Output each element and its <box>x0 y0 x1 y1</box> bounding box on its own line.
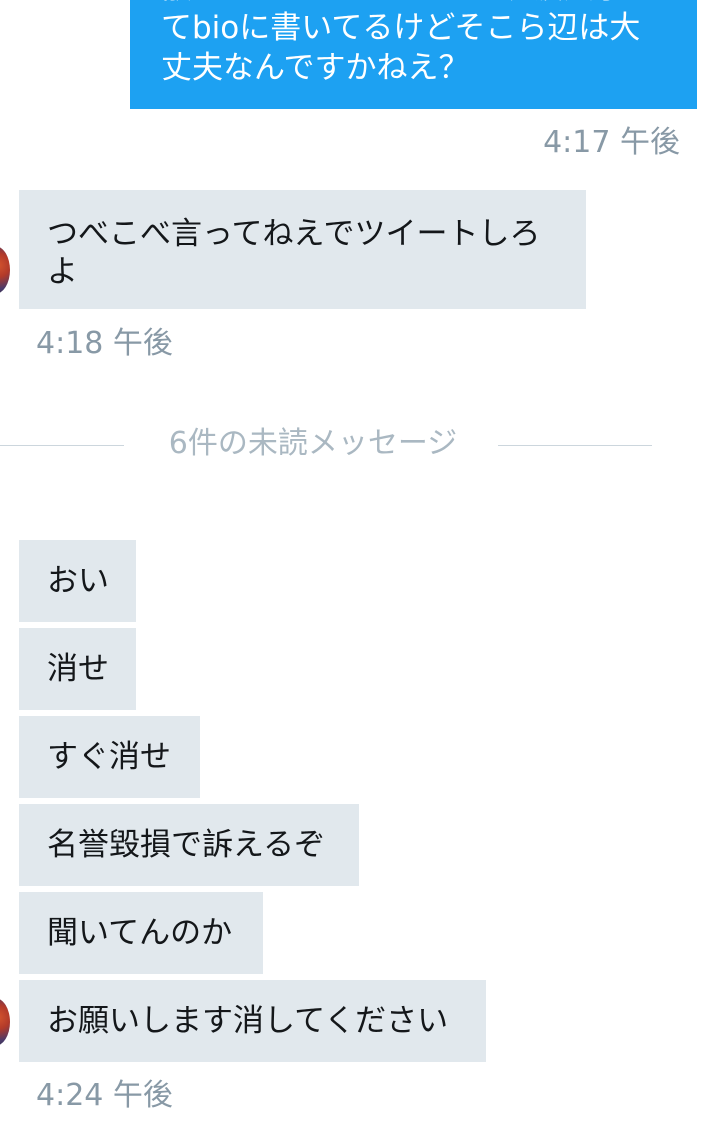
incoming-message-bubble[interactable]: 聞いてんのか <box>19 892 263 974</box>
message-timestamp: 4:18 午後 <box>36 326 173 361</box>
message-text: おい <box>47 563 109 599</box>
incoming-message-bubble[interactable]: つべこべ言ってねえでツイートしろ よ <box>19 190 586 309</box>
dm-conversation: 散々ツイートしてるし、筑波大学って てbioに書いてるけどそこら辺は大 丈夫なん… <box>0 0 720 1146</box>
message-text-line: つべこべ言ってねえでツイートしろ <box>47 216 541 252</box>
divider-line-right <box>498 445 652 446</box>
incoming-message-bubble[interactable]: 消せ <box>19 628 136 710</box>
avatar[interactable] <box>0 246 10 294</box>
unread-messages-divider: 6件の未読メッセージ <box>168 426 458 461</box>
message-text: すぐ消せ <box>47 739 171 775</box>
message-text-line: 散々ツイートしてるし、筑波大学って <box>161 0 686 8</box>
message-text: 名誉毀損で訴えるぞ <box>47 827 326 863</box>
avatar[interactable] <box>0 998 10 1046</box>
message-text-line: 丈夫なんですかねえ？ <box>161 50 470 86</box>
message-timestamp: 4:17 午後 <box>543 125 680 160</box>
incoming-message-bubble[interactable]: すぐ消せ <box>19 716 200 798</box>
incoming-message-bubble[interactable]: 名誉毀損で訴えるぞ <box>19 804 359 886</box>
outgoing-message-bubble[interactable]: 散々ツイートしてるし、筑波大学って てbioに書いてるけどそこら辺は大 丈夫なん… <box>130 0 697 109</box>
message-text: 聞いてんのか <box>47 915 233 951</box>
incoming-message-bubble[interactable]: おい <box>19 540 136 622</box>
message-text: 消せ <box>47 651 109 687</box>
message-timestamp: 4:24 午後 <box>36 1078 173 1113</box>
message-text: お願いします消してください <box>47 1003 449 1039</box>
message-text-line: よ <box>47 254 78 290</box>
message-text-line: てbioに書いてるけどそこら辺は大 <box>161 10 641 46</box>
incoming-message-bubble[interactable]: お願いします消してください <box>19 980 486 1062</box>
